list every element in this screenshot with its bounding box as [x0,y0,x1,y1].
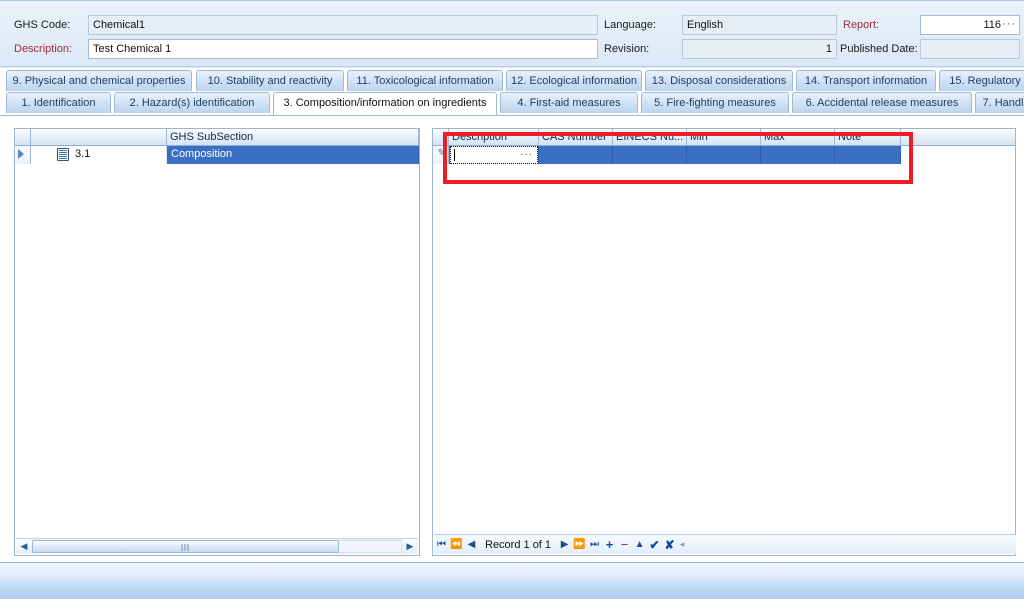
composition-header-description[interactable]: Description [449,129,539,145]
tab-3-composition-information-on-ingredients[interactable]: 3. Composition/information on ingredient… [273,92,497,115]
tab-12-ecological-information[interactable]: 12. Ecological information [506,70,642,91]
nav-next-button[interactable]: ▶ [557,536,572,554]
scroll-left-arrow-icon[interactable]: ◀ [16,539,32,554]
section-tabs: 9. Physical and chemical properties 10. … [0,70,1024,116]
description-editor-ellipsis-button[interactable]: ··· [520,148,533,162]
tab-2-hazards-identification[interactable]: 2. Hazard(s) identification [114,92,270,113]
ghs-subsection-header-indicator [15,129,31,145]
ghs-subsection-grid-panel: GHS SubSection 3.1 Composition ◀ ▶ [14,128,420,556]
report-field[interactable]: 116 ··· [920,15,1020,35]
left-grid-horizontal-scrollbar[interactable]: ◀ ▶ [16,538,418,554]
ghs-code-label: GHS Code: [14,19,71,31]
nav-first-button[interactable]: ⏮ [434,536,449,554]
chevron-right-icon [18,149,24,159]
scrollbar-grip-icon [181,544,190,551]
report-label: Report: [843,19,880,31]
description-label: Description: [14,43,73,55]
report-value: 116 [983,19,1001,31]
nav-next-page-button[interactable]: ⏩ [572,536,587,554]
ghs-code-field[interactable]: Chemical1 [88,15,598,35]
tab-row-upper: 9. Physical and chemical properties 10. … [0,70,1024,92]
record-navigator: ⏮ ⏪ ◀ Record 1 of 1 ▶ ⏩ ⏭ + − ▲ ✔ ✘ ◂ [434,534,1016,554]
report-ellipsis-button[interactable]: ··· [1002,16,1016,34]
nav-delete-record-button[interactable]: − [617,536,632,554]
language-label: Language: [604,19,656,31]
tab-6-accidental-release-measures[interactable]: 6. Accidental release measures [792,92,972,113]
published-date-field[interactable] [920,39,1020,59]
composition-max-cell[interactable] [761,146,835,164]
tab-row-lower: 1. Identification 2. Hazard(s) identific… [0,92,1024,115]
tab-13-disposal-considerations[interactable]: 13. Disposal considerations [645,70,793,91]
tab-11-toxicological-information[interactable]: 11. Toxicological information [347,70,503,91]
table-row[interactable]: ✎ ··· [433,146,1015,164]
row-edit-indicator-cell: ✎ [433,146,449,164]
scroll-right-arrow-icon[interactable]: ▶ [402,539,418,554]
document-icon [57,148,69,161]
tab-15-regulatory[interactable]: 15. Regulatory [939,70,1024,91]
nav-last-button[interactable]: ⏭ [587,536,602,554]
table-row[interactable]: 3.1 Composition [15,146,419,164]
ghs-subsection-number: 3.1 [75,148,91,160]
description-cell-editor[interactable]: ··· [450,146,538,164]
nav-prev-page-button[interactable]: ⏪ [449,536,464,554]
composition-grid-header: Description CAS Number EINECS Nu... Min … [433,129,1015,146]
composition-note-cell[interactable] [835,146,901,164]
composition-min-cell[interactable] [687,146,761,164]
scrollbar-thumb[interactable] [32,540,339,553]
composition-detail-grid-panel: Description CAS Number EINECS Nu... Min … [432,128,1016,556]
composition-header-indicator [433,129,449,145]
description-field[interactable]: Test Chemical 1 [88,39,598,59]
tab-5-fire-fighting-measures[interactable]: 5. Fire-fighting measures [641,92,789,113]
tab-10-stability-and-reactivity[interactable]: 10. Stability and reactivity [196,70,344,91]
tab-1-identification[interactable]: 1. Identification [6,92,111,113]
text-caret [454,149,455,161]
nav-add-record-button[interactable]: + [602,536,617,554]
status-bar [0,562,1024,599]
revision-field[interactable]: 1 [682,39,837,59]
composition-header-einecs-number[interactable]: EINECS Nu... [613,129,687,145]
pencil-icon: ✎ [436,147,447,160]
composition-header-min[interactable]: Min [687,129,761,145]
record-position-text: Record 1 of 1 [485,538,552,551]
nav-prev-button[interactable]: ◀ [464,536,479,554]
ghs-subsection-name-cell[interactable]: Composition [167,146,419,164]
composition-header-note[interactable]: Note [835,129,901,145]
tab-9-physical-and-chemical-properties[interactable]: 9. Physical and chemical properties [6,70,192,91]
composition-einecs-number-cell[interactable] [613,146,687,164]
nav-edit-record-button[interactable]: ▲ [632,536,647,554]
nav-separator-icon: ◂ [679,539,685,549]
revision-label: Revision: [604,43,650,55]
header-divider [0,66,1024,67]
language-field[interactable]: English [682,15,837,35]
composition-header-max[interactable]: Max [761,129,835,145]
composition-cas-number-cell[interactable] [539,146,613,164]
ghs-subsection-header-number[interactable] [31,129,167,145]
row-indicator-cell [15,146,31,164]
nav-cancel-edit-button[interactable]: ✘ [662,536,677,554]
application-window: GHS Code: Chemical1 Description: Test Ch… [0,0,1024,599]
scrollbar-track[interactable] [32,540,402,553]
tab-14-transport-information[interactable]: 14. Transport information [796,70,936,91]
ghs-subsection-number-cell[interactable]: 3.1 [31,146,167,164]
composition-header-cas-number[interactable]: CAS Number [539,129,613,145]
published-date-label: Published Date: [840,43,918,55]
tab-4-first-aid-measures[interactable]: 4. First-aid measures [500,92,638,113]
tab-content-area: GHS SubSection 3.1 Composition ◀ ▶ Descr… [0,116,1024,562]
ghs-subsection-header-name[interactable]: GHS SubSection [167,129,419,145]
record-header-panel: GHS Code: Chemical1 Description: Test Ch… [0,0,1024,68]
nav-post-edit-button[interactable]: ✔ [647,536,662,554]
tab-7-handling[interactable]: 7. Handl [975,92,1024,113]
ghs-subsection-grid-header: GHS SubSection [15,129,419,146]
composition-header-filler [901,129,1015,145]
